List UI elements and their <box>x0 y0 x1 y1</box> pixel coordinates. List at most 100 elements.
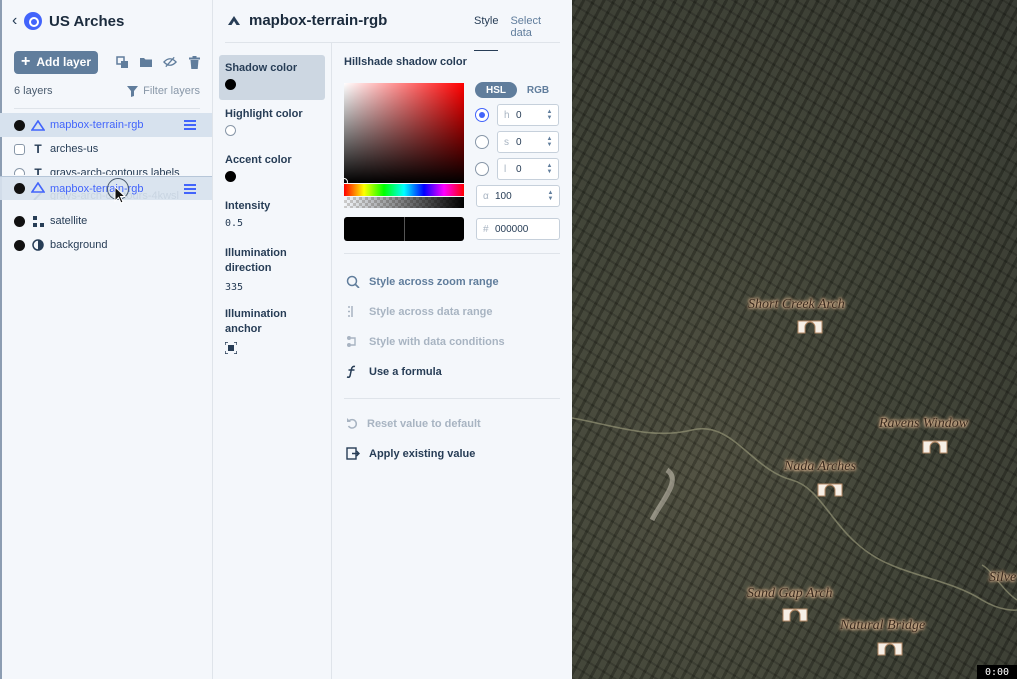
prop-illumination-anchor[interactable]: Illumination anchor <box>219 300 309 364</box>
map-label[interactable]: Nada Arches <box>784 459 856 475</box>
layer-row-grays-arch-contours-labels[interactable]: T grays-arch-contours labels <box>0 161 212 175</box>
drag-handle-icon[interactable] <box>184 120 196 130</box>
layer-name: background <box>50 239 108 251</box>
map-label[interactable]: Silve <box>989 570 1016 586</box>
visibility-toggle[interactable] <box>14 119 25 131</box>
action-label: Apply existing value <box>369 447 476 460</box>
channel-s-radio[interactable] <box>475 135 489 149</box>
river-line <box>572 417 1017 611</box>
hillshade-icon <box>30 181 46 196</box>
folder-icon[interactable] <box>139 55 153 69</box>
style-data-conditions-button[interactable]: Style with data conditions <box>346 335 505 348</box>
saturation-input[interactable]: s 0 ▲ ▼ <box>497 131 559 153</box>
map-label[interactable]: Sand Gap Arch <box>747 586 833 602</box>
stepper-icon[interactable]: ▲ ▼ <box>546 136 553 148</box>
arch-icon[interactable] <box>797 318 823 334</box>
reset-default-button[interactable]: Reset value to default <box>346 417 481 430</box>
tab-style[interactable]: Style <box>474 15 499 51</box>
layer-row-background[interactable]: background <box>0 233 212 257</box>
raster-icon <box>31 214 45 228</box>
drag-handle-icon[interactable] <box>184 183 196 194</box>
prop-label: Intensity <box>225 200 271 212</box>
duplicate-icon[interactable] <box>115 55 129 69</box>
visibility-toggle[interactable] <box>14 143 25 155</box>
divider <box>225 42 560 43</box>
visibility-toggle[interactable] <box>14 183 25 194</box>
prop-value: 335 <box>225 282 244 293</box>
tab-select-data[interactable]: Select data <box>510 15 560 51</box>
plus-icon: + <box>20 53 31 70</box>
arch-icon[interactable] <box>922 438 948 454</box>
stepper-icon[interactable]: ▲ ▼ <box>546 109 553 121</box>
arch-icon[interactable] <box>782 606 808 622</box>
arch-icon[interactable] <box>817 481 843 497</box>
visibility-toggle[interactable] <box>14 239 25 251</box>
stepper-icon[interactable]: ▲ ▼ <box>546 163 553 175</box>
alpha-slider[interactable] <box>344 197 464 208</box>
map-label[interactable]: Short Creek Arch <box>748 297 845 313</box>
action-label: Use a formula <box>369 365 442 378</box>
filter-icon <box>127 85 139 97</box>
visibility-toggle[interactable] <box>14 215 25 227</box>
back-chevron-icon[interactable]: ‹ <box>12 12 22 30</box>
divider <box>344 253 560 254</box>
alpha-input-label: α <box>483 190 489 202</box>
sidebar-edge <box>0 0 2 679</box>
layer-row-arches-us[interactable]: T arches-us <box>0 137 212 161</box>
dragging-layer-row[interactable]: mapbox-terrain-rgb <box>0 176 212 200</box>
prop-illumination-direction[interactable]: Illumination direction 335 <box>219 239 309 300</box>
layer-name: grays-arch-contours labels <box>50 167 180 175</box>
style-zoom-range-button[interactable]: Style across zoom range <box>346 275 499 288</box>
prop-intensity[interactable]: Intensity 0.5 <box>219 193 325 236</box>
prop-label: Shadow color <box>225 62 298 74</box>
lightness-input[interactable]: l 0 ▲ ▼ <box>497 158 559 180</box>
apply-existing-button[interactable]: Apply existing value <box>346 447 475 460</box>
stepper-icon[interactable]: ▲ ▼ <box>547 190 554 202</box>
visibility-toggle[interactable] <box>14 168 25 175</box>
mouse-pointer-icon <box>114 186 126 204</box>
prop-label: Illumination direction <box>225 247 287 274</box>
text-icon: T <box>34 166 42 175</box>
saturation-input-label: s <box>504 136 509 148</box>
add-layer-button[interactable]: + Add layer <box>14 50 98 74</box>
map-label[interactable]: Natural Bridge <box>840 618 925 634</box>
map-canvas[interactable]: Short Creek Arch Ravens Window Nada Arch… <box>572 0 1017 679</box>
use-formula-button[interactable]: Use a formula <box>346 365 442 378</box>
color-swatch <box>225 79 236 90</box>
style-title-bar: ‹ US Arches <box>12 11 124 31</box>
arch-icon[interactable] <box>877 640 903 656</box>
hue-input[interactable]: h 0 ▲ ▼ <box>497 104 559 126</box>
map-label[interactable]: Ravens Window <box>879 416 968 432</box>
channel-h-radio[interactable] <box>475 108 489 122</box>
hillshade-icon <box>31 118 45 132</box>
text-icon: T <box>34 142 42 156</box>
alpha-value: 100 <box>495 190 512 202</box>
saturation-lightness-picker[interactable] <box>340 83 464 186</box>
hue-slider[interactable] <box>344 184 464 196</box>
action-label: Style with data conditions <box>369 335 505 348</box>
hide-icon[interactable] <box>163 55 177 69</box>
alpha-input[interactable]: α 100 ▲ ▼ <box>476 185 560 207</box>
channel-s: s 0 ▲ ▼ <box>475 131 560 153</box>
color-swatch <box>225 125 236 136</box>
prop-accent-color[interactable]: Accent color <box>219 147 325 189</box>
prop-highlight-color[interactable]: Highlight color <box>219 101 325 143</box>
divider <box>14 108 200 109</box>
background-icon <box>31 238 45 252</box>
lightness-input-label: l <box>504 163 507 175</box>
prop-shadow-color[interactable]: Shadow color <box>219 55 325 100</box>
style-data-range-button[interactable]: Style across data range <box>346 305 493 318</box>
hex-input[interactable]: # 000000 <box>476 218 560 240</box>
trash-icon[interactable] <box>187 55 201 69</box>
properties-panel: mapbox-terrain-rgb Style Select data Sha… <box>213 0 572 679</box>
layer-row-satellite[interactable]: satellite <box>0 209 212 233</box>
mode-rgb[interactable]: RGB <box>517 82 559 98</box>
layer-title: mapbox-terrain-rgb <box>249 12 388 29</box>
mode-hsl[interactable]: HSL <box>475 82 517 98</box>
panel-tabs: Style Select data <box>474 15 572 51</box>
prop-label: Illumination anchor <box>225 308 287 335</box>
layer-row-mapbox-terrain-rgb[interactable]: mapbox-terrain-rgb <box>0 113 212 137</box>
filter-layers[interactable]: Filter layers <box>127 85 200 97</box>
channel-l-radio[interactable] <box>475 162 489 176</box>
layers-sidebar: ‹ US Arches + Add layer 6 layers Filter … <box>0 0 213 679</box>
